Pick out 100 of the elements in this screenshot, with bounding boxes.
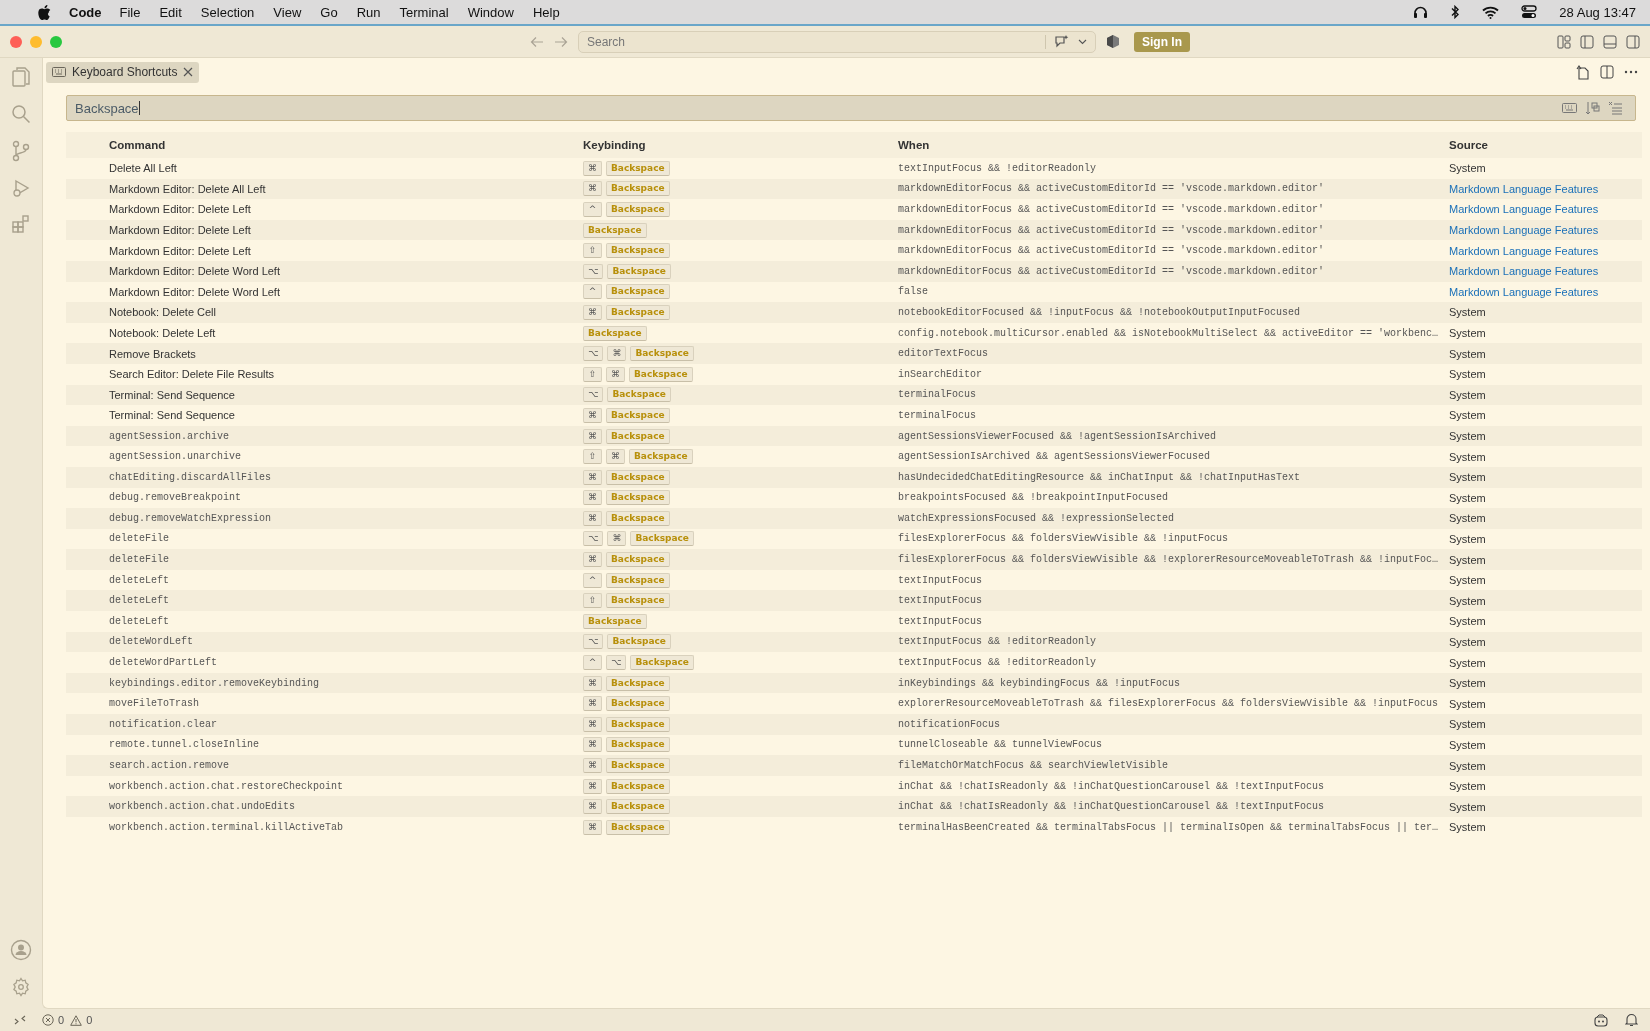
when-cell-text: terminalFocus: [898, 389, 977, 401]
keybindings-search-field[interactable]: Backspace: [66, 95, 1636, 121]
chevron-down-icon[interactable]: [1078, 38, 1087, 45]
more-icon[interactable]: [1624, 70, 1638, 74]
key-label: Backspace: [606, 778, 670, 794]
menu-item[interactable]: Go: [320, 4, 338, 20]
warning-count[interactable]: 0: [86, 1014, 93, 1026]
source-cell-text: System: [1449, 635, 1487, 648]
zoom-window-button[interactable]: [50, 35, 62, 48]
command-center-search[interactable]: Search: [578, 30, 1096, 53]
settings-icon[interactable]: [11, 977, 31, 997]
source-cell-text: System: [1449, 347, 1487, 360]
menu-item[interactable]: Window: [467, 4, 514, 20]
error-count[interactable]: 0: [58, 1014, 65, 1026]
clock[interactable]: 28 Aug 13:47: [1559, 4, 1636, 20]
source-link[interactable]: Markdown Language Features: [1449, 244, 1599, 257]
when-cell-text: inChat && !chatIsReadonly && !inChatQuestionCarousel && !textInputFocus: [898, 780, 1326, 792]
menu-item[interactable]: View: [273, 4, 302, 20]
key-label: ⌥: [583, 263, 604, 279]
key-label: Backspace: [583, 325, 647, 341]
menu-item[interactable]: Terminal: [399, 4, 449, 20]
source-cell-text: System: [1449, 759, 1487, 772]
when-cell-text: agentSessionIsArchived && agentSessionsViewerFocused: [898, 451, 1212, 463]
close-icon[interactable]: [183, 67, 194, 77]
menu-item[interactable]: Help: [532, 4, 560, 20]
split-editor-icon[interactable]: [1600, 65, 1614, 79]
app-menu[interactable]: Code: [69, 4, 102, 20]
account-icon[interactable]: [10, 939, 32, 961]
key-label: Backspace: [606, 160, 670, 176]
when-cell-text: textInputFocus && !editorReadonly: [898, 636, 1098, 648]
key-label: Backspace: [606, 819, 670, 835]
command-cell-text: Remove Brackets: [108, 347, 197, 360]
source-cell-text: System: [1449, 615, 1487, 628]
extensions-icon[interactable]: [11, 214, 31, 234]
source-link[interactable]: Markdown Language Features: [1449, 265, 1599, 278]
key-label: ⌘: [583, 510, 602, 526]
remote-icon[interactable]: [14, 1015, 26, 1025]
layout-icon[interactable]: [1557, 34, 1571, 49]
error-icon[interactable]: [42, 1014, 54, 1026]
source-link[interactable]: Markdown Language Features: [1449, 224, 1599, 237]
key-label: ⌘: [583, 407, 602, 423]
search-icon[interactable]: [11, 104, 31, 124]
editor-tab[interactable]: Keyboard Shortcuts: [46, 61, 200, 83]
warning-icon[interactable]: [70, 1014, 83, 1026]
bluetooth-icon[interactable]: [1450, 5, 1461, 19]
menu-item[interactable]: File: [119, 4, 141, 20]
when-cell-text: notificationFocus: [898, 718, 1002, 730]
source-link[interactable]: Markdown Language Features: [1449, 182, 1599, 195]
column-header[interactable]: When: [898, 139, 1449, 151]
source-cell-text: System: [1449, 697, 1487, 710]
when-cell-text: markdownEditorFocus && activeCustomEditorId == 'vscode.markdown.editor': [898, 245, 1326, 257]
column-header[interactable]: Command: [66, 139, 583, 151]
key-label: Backspace: [606, 552, 670, 568]
command-cell-text: agentSession.archive: [108, 430, 231, 442]
keyboard-icon[interactable]: [1562, 103, 1577, 113]
toggle-secondary-sidebar-icon[interactable]: [1626, 34, 1640, 49]
column-header[interactable]: Keybinding: [583, 139, 898, 151]
headphones-icon[interactable]: [1413, 5, 1429, 19]
clear-list-icon[interactable]: [1608, 101, 1623, 115]
when-cell-text: inChat && !chatIsReadonly && !inChatQuestionCarousel && !textInputFocus: [898, 801, 1326, 813]
close-window-button[interactable]: [10, 35, 22, 48]
control-center-icon[interactable]: [1521, 5, 1538, 19]
wifi-icon[interactable]: [1482, 5, 1500, 19]
cube-icon[interactable]: [1106, 34, 1120, 49]
menu-item[interactable]: Edit: [159, 4, 182, 20]
key-label: ⌥: [606, 655, 627, 671]
run-debug-icon[interactable]: [11, 178, 31, 198]
key-label: Backspace: [583, 222, 647, 238]
toggle-panel-icon[interactable]: [1603, 34, 1617, 49]
notification-bell-icon[interactable]: [1625, 1013, 1638, 1027]
forward-arrow-icon[interactable]: [554, 35, 568, 48]
when-cell-text: markdownEditorFocus && activeCustomEditorId == 'vscode.markdown.editor': [898, 204, 1326, 215]
command-cell-text: Terminal: Send Sequence: [108, 409, 236, 422]
key-label: Backspace: [606, 181, 670, 197]
menu-item[interactable]: Run: [356, 4, 381, 20]
source-control-icon[interactable]: [11, 140, 31, 162]
source-cell-text: System: [1449, 327, 1487, 340]
key-label: Backspace: [629, 449, 693, 465]
key-label: Backspace: [606, 675, 670, 691]
source-cell-text: System: [1449, 533, 1487, 545]
key-label: ⌘: [606, 449, 625, 465]
source-cell-text: System: [1449, 718, 1487, 731]
source-link[interactable]: Markdown Language Features: [1449, 285, 1599, 298]
menu-item[interactable]: Selection: [200, 4, 255, 20]
files-icon[interactable]: [11, 66, 31, 88]
copilot-icon[interactable]: [1593, 1013, 1609, 1027]
sort-icon[interactable]: [1585, 100, 1600, 116]
source-cell-text: System: [1449, 574, 1487, 587]
toggle-sidebar-icon[interactable]: [1580, 34, 1594, 49]
key-label: Backspace: [583, 613, 647, 629]
key-label: Backspace: [606, 510, 670, 526]
command-cell-text: workbench.action.terminal.killActiveTab: [108, 821, 345, 833]
key-label: ⌥: [583, 346, 604, 362]
column-header[interactable]: Source: [1449, 139, 1642, 151]
apple-icon[interactable]: [38, 4, 51, 20]
source-link[interactable]: Markdown Language Features: [1449, 203, 1599, 216]
chat-sparkle-icon[interactable]: [1054, 34, 1070, 49]
key-label: Backspace: [606, 490, 670, 506]
back-arrow-icon[interactable]: [530, 35, 544, 48]
command-cell-text: workbench.action.chat.undoEdits: [108, 801, 297, 813]
